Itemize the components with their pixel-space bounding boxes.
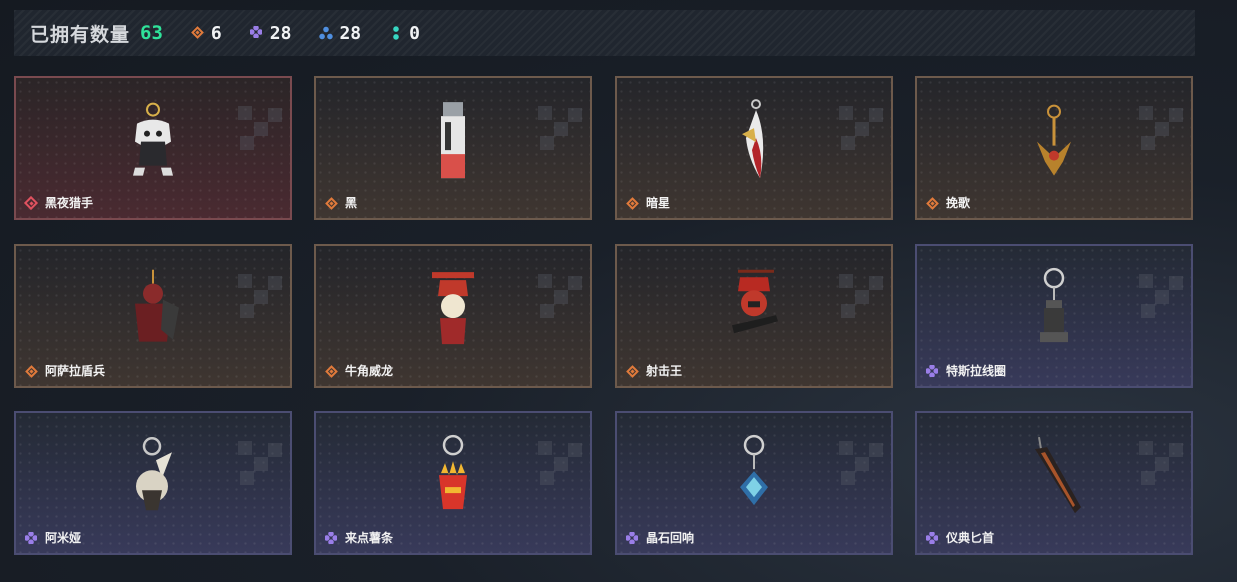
horned-dragon-charm-icon bbox=[432, 272, 474, 345]
card-label: 暗星 bbox=[626, 194, 670, 211]
owned-label: 已拥有数量 bbox=[30, 23, 131, 46]
charm-card[interactable]: 特斯拉线圈 bbox=[915, 244, 1193, 388]
card-decoration bbox=[1139, 441, 1183, 485]
charm-card[interactable]: 阿米娅 bbox=[14, 411, 292, 555]
card-label: 射击王 bbox=[626, 362, 682, 379]
charm-name: 挽歌 bbox=[946, 196, 971, 210]
card-label: 特斯拉线圈 bbox=[926, 362, 1006, 379]
blue-gem-icon bbox=[319, 26, 334, 40]
charm-card[interactable]: 牛角威龙 bbox=[314, 244, 592, 388]
card-label: 阿米娅 bbox=[25, 529, 81, 546]
red-rarity-icon bbox=[25, 197, 37, 209]
orange-rarity-icon bbox=[626, 365, 638, 377]
charm-name: 牛角威龙 bbox=[345, 364, 394, 378]
shooting-king-charm-icon bbox=[732, 269, 778, 334]
orange-rarity-icon bbox=[626, 197, 638, 209]
card-label: 来点薯条 bbox=[325, 529, 393, 546]
card-label: 仪典匕首 bbox=[926, 529, 994, 546]
charm-name: 阿米娅 bbox=[45, 531, 82, 545]
card-label: 挽歌 bbox=[926, 194, 970, 211]
orange-rarity-icon bbox=[25, 365, 37, 377]
elegy-charm-icon bbox=[1037, 104, 1071, 176]
charm-name: 黑夜猎手 bbox=[45, 196, 94, 210]
orange-rarity-icon bbox=[325, 197, 337, 209]
purple-rarity-icon bbox=[926, 531, 938, 544]
stat-purple-value: 28 bbox=[269, 22, 292, 44]
charm-name: 来点薯条 bbox=[345, 531, 394, 545]
charm-card[interactable]: 来点薯条 bbox=[314, 411, 592, 555]
charm-card[interactable]: 阿萨拉盾兵 bbox=[14, 244, 292, 388]
card-decoration bbox=[538, 274, 582, 318]
charm-name: 阿萨拉盾兵 bbox=[45, 364, 106, 378]
charm-name: 暗星 bbox=[646, 196, 671, 210]
charm-name: 射击王 bbox=[646, 364, 683, 378]
crystal-echo-charm-icon bbox=[740, 434, 768, 506]
charm-name: 仪典匕首 bbox=[946, 531, 995, 545]
card-decoration bbox=[238, 106, 282, 150]
card-decoration bbox=[238, 274, 282, 318]
charm-name: 特斯拉线圈 bbox=[946, 364, 1007, 378]
charm-card[interactable]: 射击王 bbox=[615, 244, 893, 388]
card-label: 晶石回响 bbox=[626, 529, 694, 546]
card-decoration bbox=[839, 441, 883, 485]
charm-card[interactable]: 暗星 bbox=[615, 76, 893, 220]
stat-purple: 28 bbox=[249, 22, 292, 44]
orange-rarity-icon bbox=[325, 365, 337, 377]
stat-teal: 0 bbox=[389, 23, 420, 44]
card-decoration bbox=[538, 441, 582, 485]
purple-rarity-icon bbox=[926, 364, 938, 377]
tesla-coil-charm-icon bbox=[1040, 267, 1068, 343]
ceremonial-dagger-charm-icon bbox=[1035, 436, 1081, 514]
stat-teal-value: 0 bbox=[409, 22, 420, 44]
charm-name: 晶石回响 bbox=[646, 531, 695, 545]
charm-card[interactable]: 黑夜猎手 bbox=[14, 76, 292, 220]
teal-gem-icon bbox=[389, 26, 403, 40]
charm-name: 黑 bbox=[345, 196, 358, 210]
card-label: 黑夜猎手 bbox=[25, 194, 93, 211]
card-decoration bbox=[538, 106, 582, 150]
card-label: 阿萨拉盾兵 bbox=[25, 362, 105, 379]
black-charm-icon bbox=[441, 102, 465, 179]
charm-card[interactable]: 挽歌 bbox=[915, 76, 1193, 220]
card-decoration bbox=[839, 106, 883, 150]
card-decoration bbox=[1139, 106, 1183, 150]
charm-card[interactable]: 晶石回响 bbox=[615, 411, 893, 555]
purple-gem-icon bbox=[249, 26, 264, 40]
purple-rarity-icon bbox=[25, 531, 37, 544]
purple-rarity-icon bbox=[325, 531, 337, 544]
charm-card[interactable]: 仪典匕首 bbox=[915, 411, 1193, 555]
card-decoration bbox=[1139, 274, 1183, 318]
charm-grid: 黑夜猎手 黑 暗星 挽歌 阿萨拉盾兵 牛角威龙 射击王 特斯拉线圈 阿米娅 来点… bbox=[14, 76, 1195, 558]
purple-rarity-icon bbox=[626, 531, 638, 544]
owned-summary-bar: 已拥有数量 63 6 28 28 0 bbox=[14, 10, 1195, 56]
card-label: 黑 bbox=[325, 194, 357, 211]
night-hunter-charm-icon bbox=[133, 102, 173, 176]
charm-card[interactable]: 黑 bbox=[314, 76, 592, 220]
orange-rarity-icon bbox=[926, 197, 938, 209]
stat-orange: 6 bbox=[191, 23, 222, 44]
amiya-charm-icon bbox=[136, 437, 172, 511]
card-label: 牛角威龙 bbox=[325, 362, 393, 379]
card-decoration bbox=[238, 441, 282, 485]
asara-shield-charm-icon bbox=[135, 269, 179, 342]
card-decoration bbox=[839, 274, 883, 318]
dark-star-charm-icon bbox=[742, 99, 764, 179]
stat-blue: 28 bbox=[319, 23, 361, 44]
owned-count: 63 bbox=[140, 22, 163, 44]
stat-blue-value: 28 bbox=[339, 22, 362, 44]
fries-charm-icon bbox=[439, 434, 467, 510]
orange-gem-icon bbox=[191, 26, 205, 40]
stat-orange-value: 6 bbox=[210, 22, 222, 44]
